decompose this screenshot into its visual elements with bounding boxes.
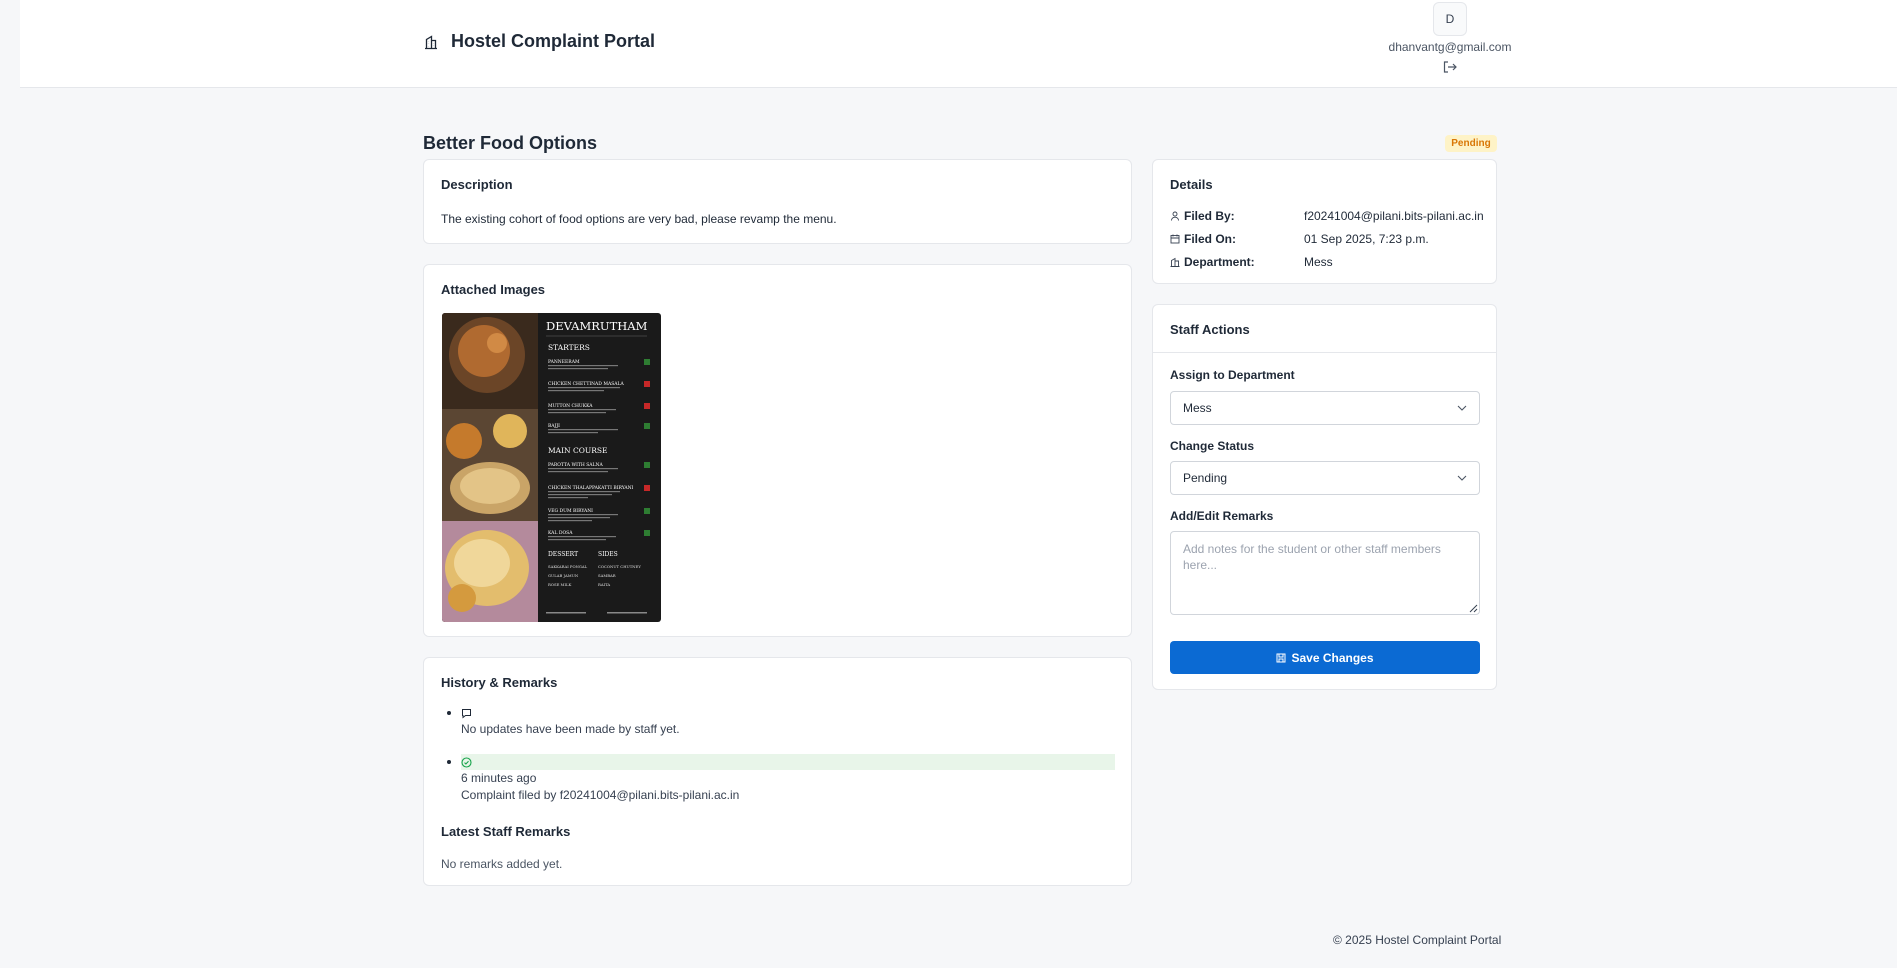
description-text: The existing cohort of food options are …: [441, 212, 837, 226]
menu-dessert-heading: DESSERT: [548, 551, 578, 558]
menu-starters-heading: STARTERS: [548, 343, 590, 352]
remarks-label: Add/Edit Remarks: [1170, 509, 1274, 523]
assign-department-value: Mess: [1183, 401, 1212, 415]
latest-remarks-heading: Latest Staff Remarks: [441, 824, 571, 839]
department-value: Mess: [1304, 255, 1333, 269]
menu-image: DEVAMRUTHAM STARTERS PANNEERAM CHICKEN C…: [442, 313, 661, 622]
logout-icon[interactable]: [1442, 60, 1458, 74]
change-status-value: Pending: [1183, 471, 1228, 485]
menu-side-item: RAITA: [598, 582, 610, 587]
avatar[interactable]: D: [1433, 2, 1467, 36]
save-icon: [1276, 653, 1286, 662]
resize-grip-icon[interactable]: [1468, 603, 1478, 613]
change-status-label: Change Status: [1170, 439, 1255, 453]
description-card: Description The existing cohort of food …: [423, 159, 1132, 244]
page-title: Better Food Options: [423, 133, 597, 153]
user-email: dhanvantg@gmail.com: [1388, 40, 1512, 54]
menu-item: CHICKEN THALAPPAKATTI BIRYANI: [548, 485, 634, 491]
detail-department: Department: Mess: [1170, 255, 1333, 269]
staff-actions-heading: Staff Actions: [1170, 322, 1250, 337]
menu-item: BAJJI: [548, 423, 560, 429]
top-header: Hostel Complaint Portal D dhanvantg@gmai…: [20, 0, 1897, 88]
detail-filed-on: Filed On: 01 Sep 2025, 7:23 p.m.: [1170, 232, 1429, 246]
filed-by-label: Filed By:: [1184, 209, 1235, 223]
attached-images-card: Attached Images DEVAMRUTHAM STARTERS PAN…: [423, 264, 1132, 637]
attached-images-heading: Attached Images: [441, 282, 546, 297]
department-label: Department:: [1184, 255, 1255, 269]
menu-sides-heading: SIDES: [598, 551, 618, 558]
app-title: Hostel Complaint Portal: [451, 31, 656, 51]
save-changes-button[interactable]: Save Changes: [1170, 641, 1480, 674]
menu-side-item: SAMBAR: [598, 573, 616, 578]
menu-dessert-item: GULAB JAMUN: [548, 573, 579, 578]
history-item-time: 6 minutes ago: [461, 771, 537, 785]
menu-restaurant-name: DEVAMRUTHAM: [546, 319, 648, 333]
menu-dessert-item: ROSE MILK: [548, 582, 571, 587]
menu-item: KAL DOSA: [548, 530, 573, 536]
chat-bubble-icon: [462, 708, 471, 719]
brand[interactable]: Hostel Complaint Portal: [423, 31, 655, 52]
assign-department-select[interactable]: Mess: [1170, 391, 1480, 425]
history-card: History & Remarks No updates have been m…: [423, 657, 1132, 886]
filed-on-label: Filed On:: [1184, 232, 1236, 246]
user-menu: D dhanvantg@gmail.com: [1375, 2, 1525, 74]
menu-item: PAROTTA WITH SALNA: [548, 462, 603, 468]
history-item-text: Complaint filed by f20241004@pilani.bits…: [461, 788, 740, 802]
remarks-textarea[interactable]: [1170, 531, 1480, 615]
history-item-text: No updates have been made by staff yet.: [461, 722, 680, 736]
attached-image-thumbnail[interactable]: DEVAMRUTHAM STARTERS PANNEERAM CHICKEN C…: [442, 313, 661, 622]
assign-department-label: Assign to Department: [1170, 368, 1295, 382]
menu-item: VEG DUM BIRYANI: [547, 508, 593, 514]
history-item: No updates have been made by staff yet.: [441, 705, 1115, 738]
staff-actions-header: Staff Actions: [1153, 305, 1496, 353]
menu-dessert-item: SAKKARAI PONGAL: [548, 564, 588, 569]
building-icon: [1170, 257, 1180, 267]
menu-item: PANNEERAM: [548, 359, 580, 365]
history-heading: History & Remarks: [441, 675, 558, 690]
menu-item: CHICKEN CHETTINAD MASALA: [548, 381, 625, 387]
details-heading: Details: [1170, 177, 1213, 192]
details-card: Details Filed By: f20241004@pilani.bits-…: [1152, 159, 1497, 284]
change-status-select[interactable]: Pending: [1170, 461, 1480, 495]
history-list: No updates have been made by staff yet. …: [441, 705, 1115, 804]
building-icon: [425, 34, 437, 49]
menu-item: MUTTON CHUKKA: [548, 403, 593, 409]
history-item: 6 minutes ago Complaint filed by f202410…: [441, 754, 1115, 804]
status-badge: Pending: [1445, 135, 1497, 152]
chevron-down-icon: [1457, 475, 1467, 481]
menu-side-item: COCONUT CHUTNEY: [598, 564, 641, 569]
menu-main-heading: MAIN COURSE: [548, 446, 607, 455]
filed-on-value: 01 Sep 2025, 7:23 p.m.: [1304, 232, 1429, 246]
footer-copyright: © 2025 Hostel Complaint Portal: [1333, 933, 1502, 947]
latest-remarks-text: No remarks added yet.: [441, 857, 563, 871]
calendar-icon: [1170, 234, 1180, 244]
description-heading: Description: [441, 177, 513, 192]
staff-actions-card: Staff Actions Assign to Department Mess …: [1152, 304, 1497, 690]
check-circle-icon: [461, 756, 472, 768]
detail-filed-by: Filed By: f20241004@pilani.bits-pilani.a…: [1170, 209, 1484, 223]
user-icon: [1171, 211, 1179, 221]
filed-by-value: f20241004@pilani.bits-pilani.ac.in: [1304, 209, 1484, 223]
chevron-down-icon: [1457, 405, 1467, 411]
save-changes-label: Save Changes: [1291, 650, 1374, 665]
